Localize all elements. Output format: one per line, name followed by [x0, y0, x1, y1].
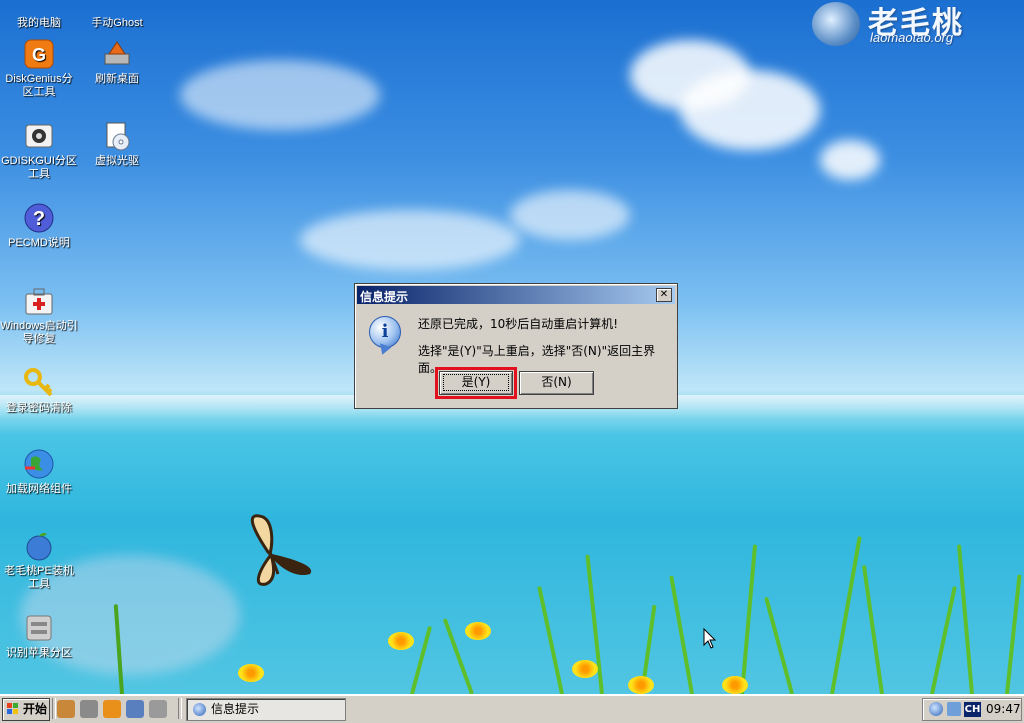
yes-button[interactable]: 是(Y): [435, 367, 517, 399]
brand-url: laomaotao.org: [870, 30, 954, 45]
boot-repair-icon: [23, 285, 55, 317]
refresh-desktop-icon: [101, 38, 133, 70]
dialog-message-line1: 还原已完成，10秒后自动重启计算机!: [418, 317, 619, 331]
desktop-icon-boot-repair[interactable]: Windows启动引导修复: [0, 285, 78, 346]
taskbar-separator: [178, 698, 182, 719]
yes-button-label: 是(Y): [443, 374, 509, 391]
butterfly-decoration: [250, 514, 312, 586]
info-dialog: 信息提示 ✕ i 还原已完成，10秒后自动重启计算机! 选择"是(Y)"马上重启…: [354, 283, 678, 409]
desktop-icon-my-computer[interactable]: 我的电脑: [0, 0, 78, 30]
desktop-icon-manual-ghost[interactable]: 手动Ghost: [78, 0, 156, 30]
app-icon-3[interactable]: [103, 700, 121, 718]
apple-partition-icon: [23, 612, 55, 644]
close-icon: ✕: [659, 289, 669, 300]
task-label: 信息提示: [211, 702, 260, 716]
dialog-titlebar[interactable]: 信息提示 ✕: [357, 286, 675, 304]
dialog-title: 信息提示: [360, 290, 409, 304]
tray-peach-icon[interactable]: [929, 702, 943, 716]
start-label: 开始: [23, 702, 48, 716]
help-icon: ?: [23, 202, 55, 234]
no-button[interactable]: 否(N): [519, 371, 594, 395]
diskgenius-icon: G: [23, 38, 55, 70]
info-icon: i: [369, 316, 401, 348]
windows-flag-icon: [7, 703, 19, 715]
tray-network-icon[interactable]: [947, 702, 961, 716]
app-icon-1[interactable]: [57, 700, 75, 718]
desktop-icon-gdiskgui[interactable]: GDISKGUI分区工具: [0, 120, 78, 181]
app-icon-5[interactable]: [149, 700, 167, 718]
desktop-icon-password-clear[interactable]: 登录密码清除: [0, 367, 78, 415]
taskbar: 开始 信息提示 CH 09:47: [0, 694, 1024, 723]
taskbar-separator: [52, 698, 56, 719]
gdiskgui-icon: [23, 120, 55, 152]
brand-logo: 老毛桃 laomaotao.org: [812, 0, 1012, 50]
svg-text:?: ?: [33, 208, 45, 230]
peach-installer-icon: [23, 530, 55, 562]
desktop-icon-load-network[interactable]: 加载网络组件: [0, 448, 78, 496]
virtual-drive-icon: [101, 120, 133, 152]
mouse-cursor-icon: [703, 628, 717, 649]
desktop-icon-virtual-drive[interactable]: 虚拟光驱: [78, 120, 156, 168]
system-tray: CH 09:47: [922, 698, 1022, 721]
close-button[interactable]: ✕: [656, 288, 672, 302]
desktop-icon-refresh-desktop[interactable]: 刷新桌面: [78, 38, 156, 86]
language-indicator[interactable]: CH: [964, 702, 981, 717]
network-globe-icon: [23, 448, 55, 480]
taskbar-task-info[interactable]: 信息提示: [186, 698, 346, 721]
desktop-icon-pecmd-help[interactable]: ? PECMD说明: [0, 202, 78, 250]
desktop-icon-diskgenius[interactable]: G DiskGenius分区工具: [0, 38, 78, 99]
computer-icon: [23, 0, 55, 14]
ghost-icon: [101, 0, 133, 14]
svg-text:G: G: [32, 45, 46, 65]
clock: 09:47: [986, 702, 1021, 716]
app-icon-2[interactable]: [80, 700, 98, 718]
start-button[interactable]: 开始: [2, 698, 50, 721]
desktop-icon-apple-partition[interactable]: 识别苹果分区: [0, 612, 78, 660]
task-app-icon: [193, 703, 206, 716]
app-icon-4[interactable]: [126, 700, 144, 718]
peach-logo-icon: [812, 2, 860, 46]
desktop-icon-pe-installer[interactable]: 老毛桃PE装机工具: [0, 530, 78, 591]
key-icon: [23, 367, 55, 399]
